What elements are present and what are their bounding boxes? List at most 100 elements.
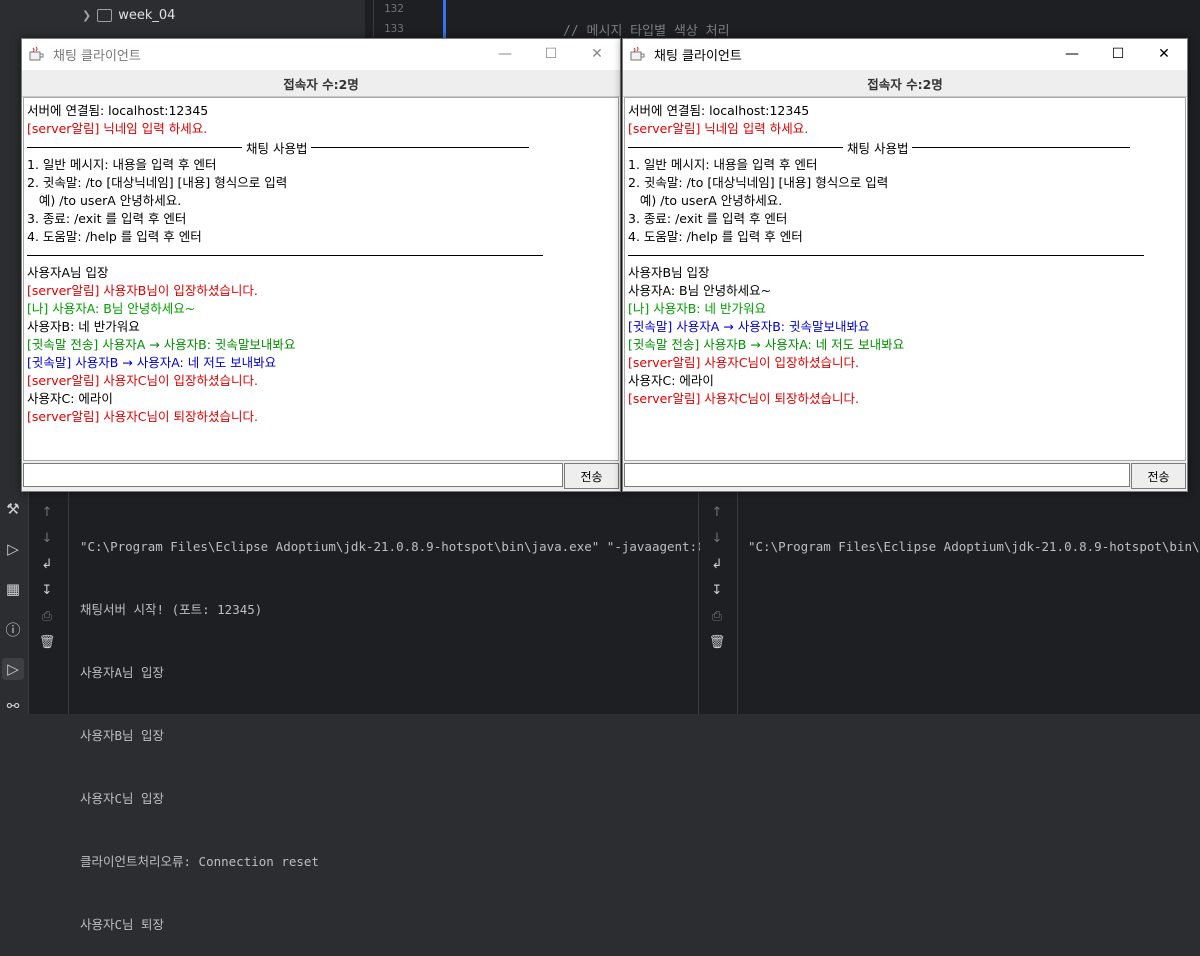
header-rule [27, 146, 242, 148]
scroll-to-end-icon[interactable]: ↧ [706, 580, 728, 600]
chat-line: [server알림] 닉네임 입력 하세요. [27, 121, 208, 136]
trash-icon[interactable]: 🗑 [706, 632, 728, 652]
chat-line: 사용자A: B님 안녕하세요~ [628, 283, 772, 298]
chat-line: [server알림] 사용자C님이 입장하셨습니다. [628, 355, 859, 370]
maximize-button[interactable]: ☐ [1095, 39, 1141, 69]
user-count-label: 접속자 수:2명 [22, 70, 620, 97]
scroll-to-end-icon[interactable]: ↧ [36, 580, 58, 600]
problems-icon[interactable]: ⓘ [2, 618, 24, 640]
message-input[interactable] [624, 463, 1130, 487]
line-number: 133 [384, 22, 404, 35]
chat-line: 2. 귓속말: /to [대상닉네임] [내용] 형식으로 입력 [27, 175, 288, 190]
project-tree: ❯ week_04 [0, 0, 365, 40]
user-count-label: 접속자 수:2명 [623, 70, 1187, 97]
input-row: 전송 [623, 461, 1187, 491]
chat-line: [나] 사용자B: 네 반가워요 [628, 301, 766, 316]
chat-line: [server알림] 사용자C님이 퇴장하셨습니다. [27, 409, 258, 424]
chat-line: 채팅 사용법 [246, 140, 308, 156]
divider [737, 490, 738, 714]
soft-wrap-icon[interactable]: ↲ [706, 554, 728, 574]
title-bar[interactable]: 채팅 클라이언트 — ☐ ✕ [22, 39, 620, 69]
chat-line: [나] 사용자A: B님 안녕하세요~ [27, 301, 196, 316]
input-row: 전송 [22, 461, 620, 491]
console-line: 사용자A님 입장 [80, 665, 165, 680]
chat-line: 사용자B: 네 반가워요 [27, 319, 140, 334]
chat-line: 사용자C: 에라이 [27, 391, 113, 406]
chat-line: 1. 일반 메시지: 내용을 입력 후 엔터 [628, 157, 818, 172]
header-rule [628, 146, 843, 148]
separator-rule [27, 255, 543, 256]
chat-line: 사용자C: 에라이 [628, 373, 714, 388]
chat-line: [server알림] 닉네임 입력 하세요. [628, 121, 809, 136]
code-comment: // 메시지 타입별 색상 처리 [563, 24, 730, 39]
print-icon[interactable]: ⎙ [36, 606, 58, 626]
close-button[interactable]: ✕ [1141, 39, 1187, 69]
header-rule [912, 146, 1130, 148]
chat-line: [귓속말 전송] 사용자A → 사용자B: 귓속말보내봐요 [27, 337, 296, 352]
arrow-down-icon[interactable]: ↓ [36, 528, 58, 548]
print-icon[interactable]: ⎙ [706, 606, 728, 626]
hammer-icon[interactable]: ⚒ [2, 498, 24, 520]
chat-message-area[interactable]: 서버에 연결됨: localhost:12345 [server알림] 닉네임 입… [624, 97, 1186, 461]
usage-header: 채팅 사용법 [27, 138, 529, 156]
chat-line: [server알림] 사용자B님이 입장하셨습니다. [27, 283, 258, 298]
console-line: 채팅서버 시작! (포트: 12345) [80, 602, 263, 617]
ide-editor-area: ❯ week_04 132 133 // 메시지 타입별 색상 처리 [0, 0, 1200, 40]
current-line-marker [443, 0, 446, 40]
chat-window-b: 채팅 클라이언트 — ☐ ✕ 접속자 수:2명 서버에 연결됨: localho… [622, 38, 1188, 492]
terminal-icon[interactable]: ▦ [2, 578, 24, 600]
soft-wrap-icon[interactable]: ↲ [36, 554, 58, 574]
services-icon[interactable]: ▷ [2, 538, 24, 560]
chat-line: 서버에 연결됨: localhost:12345 [628, 103, 810, 118]
line-number: 132 [384, 2, 404, 15]
chat-line: 3. 종료: /exit 를 입력 후 엔터 [628, 211, 788, 226]
send-button[interactable]: 전송 [1131, 463, 1186, 489]
send-button[interactable]: 전송 [564, 463, 619, 489]
separator-rule [628, 255, 1144, 256]
usage-header: 채팅 사용법 [628, 138, 1130, 156]
chat-line: [귓속말 전송] 사용자B → 사용자A: 네 저도 보내봐요 [628, 337, 905, 352]
chat-line: 2. 귓속말: /to [대상닉네임] [내용] 형식으로 입력 [628, 175, 889, 190]
trash-icon[interactable]: 🗑 [36, 632, 58, 652]
tree-item-week-04[interactable]: ❯ week_04 [82, 8, 175, 23]
chat-line: 예) /to userA 안녕하세요. [27, 193, 182, 208]
maximize-button[interactable]: ☐ [528, 39, 574, 69]
minimize-button[interactable]: — [482, 39, 528, 69]
message-input[interactable] [23, 463, 563, 487]
console-line: "C:\Program Files\Eclipse Adoptium\jdk-2… [80, 539, 700, 554]
arrow-up-icon[interactable]: ↑ [36, 502, 58, 522]
window-title: 채팅 클라이언트 [53, 48, 141, 64]
chat-line: 서버에 연결됨: localhost:12345 [27, 103, 209, 118]
chat-line: 3. 종료: /exit 를 입력 후 엔터 [27, 211, 187, 226]
java-app-icon [630, 46, 645, 61]
arrow-up-icon[interactable]: ↑ [706, 502, 728, 522]
chat-line: 1. 일반 메시지: 내용을 입력 후 엔터 [27, 157, 217, 172]
chevron-right-icon[interactable]: ❯ [82, 9, 91, 22]
console-output-right: "C:\Program Files\Eclipse Adoptium\jdk-2… [748, 494, 1200, 578]
folder-icon [97, 9, 113, 22]
tree-item-label: week_04 [118, 8, 176, 23]
console-toolbar-right: ↑ ↓ ↲ ↧ ⎙ 🗑 [698, 490, 738, 714]
console-line: 사용자B님 입장 [80, 728, 165, 743]
chat-line: [server알림] 사용자C님이 퇴장하셨습니다. [628, 391, 859, 406]
chat-message-area[interactable]: 서버에 연결됨: localhost:12345 [server알림] 닉네임 입… [23, 97, 619, 461]
close-button[interactable]: ✕ [574, 39, 620, 69]
line-gutter: 132 133 [373, 0, 446, 40]
run-icon[interactable]: ▷ [2, 658, 24, 680]
chat-line: [귓속말] 사용자A → 사용자B: 귓속말보내봐요 [628, 319, 870, 334]
chat-line: 4. 도움말: /help 를 입력 후 엔터 [628, 229, 803, 244]
console-line: 사용자C님 퇴장 [80, 917, 165, 932]
arrow-down-icon[interactable]: ↓ [706, 528, 728, 548]
chat-line: 채팅 사용법 [847, 140, 909, 156]
minimize-button[interactable]: — [1049, 39, 1095, 69]
header-rule [311, 146, 529, 148]
console-line: "C:\Program Files\Eclipse Adoptium\jdk-2… [748, 539, 1200, 554]
divider [68, 490, 69, 714]
chat-line: 사용자B님 입장 [628, 265, 710, 280]
tool-window-strip: ⚒ ▷ ▦ ⓘ ▷ ⚯ [0, 490, 29, 715]
console-line: 사용자C님 입장 [80, 791, 165, 806]
console-output-left: "C:\Program Files\Eclipse Adoptium\jdk-2… [80, 494, 700, 956]
chat-line: 사용자A님 입장 [27, 265, 109, 280]
title-bar[interactable]: 채팅 클라이언트 — ☐ ✕ [623, 39, 1187, 69]
console-line: 클라이언트처리오류: Connection reset [80, 854, 319, 869]
